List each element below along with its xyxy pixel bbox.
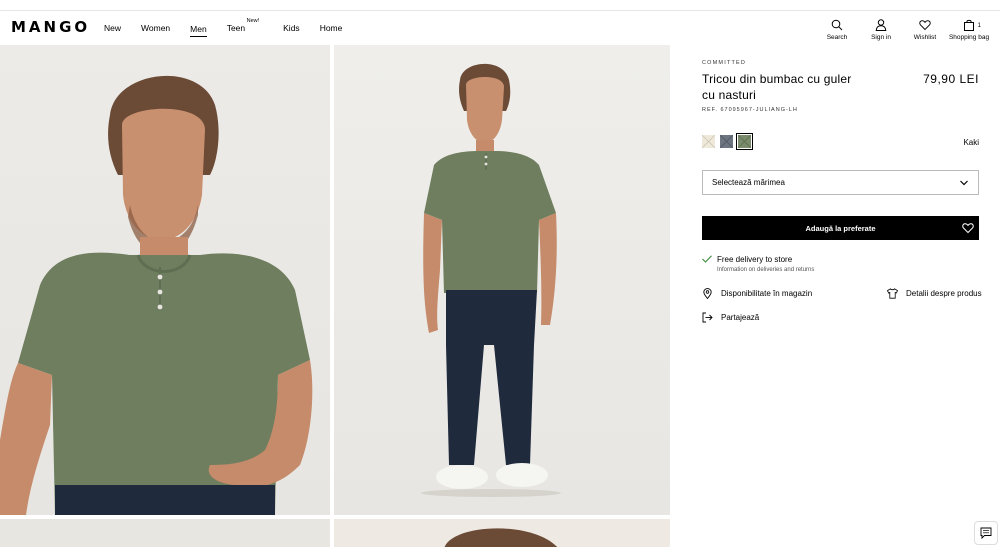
nav-item-teen-label: Teen <box>226 23 246 33</box>
color-swatch-khaki[interactable] <box>736 133 753 150</box>
bag-icon <box>964 19 974 31</box>
sign-in-label: Sign in <box>871 34 891 41</box>
search-button[interactable]: Search <box>815 19 859 41</box>
product-reference: REF. 67095967-JULIANG-LH <box>702 107 798 113</box>
add-to-favorites-button[interactable]: Adaugă la preferate <box>702 216 979 240</box>
check-icon <box>702 255 712 263</box>
nav-item-kids[interactable]: Kids <box>283 19 300 37</box>
model-closeup-illustration <box>0 75 313 515</box>
shirt-icon <box>887 288 898 299</box>
share-label: Partajează <box>721 313 760 322</box>
unavailable-cross-icon <box>719 134 734 149</box>
bag-count: 1 <box>977 23 981 29</box>
chat-button[interactable] <box>974 521 998 545</box>
model-full-body-illustration <box>421 63 561 497</box>
store-availability-label: Disponibilitate în magazin <box>721 289 813 298</box>
new-badge: New! <box>246 18 260 24</box>
product-details-label: Detalii despre produs <box>906 289 982 298</box>
site-header: MANGO New Women Men Teen New! Kids Home … <box>0 11 1000 45</box>
shopping-bag-label: Shopping bag <box>948 34 990 41</box>
size-select[interactable]: Selectează mărimea <box>702 170 979 195</box>
share-icon <box>702 312 713 323</box>
wishlist-button[interactable]: Wishlist <box>903 19 947 41</box>
hair-detail-illustration <box>444 528 557 547</box>
search-label: Search <box>826 34 848 41</box>
product-photo-closeup[interactable] <box>0 45 330 515</box>
product-details-link[interactable]: Detalii despre produs <box>887 288 982 299</box>
collection-label: COMMITTED <box>702 60 747 66</box>
chat-icon <box>980 527 992 539</box>
shopping-bag-button[interactable]: 1 Shopping bag <box>947 19 991 41</box>
share-link[interactable]: Partajează <box>702 312 759 323</box>
nav-item-new[interactable]: New <box>104 19 121 37</box>
nav-item-women[interactable]: Women <box>141 19 170 37</box>
size-select-placeholder: Selectează mărimea <box>712 178 785 187</box>
user-icon <box>875 19 887 31</box>
heart-icon[interactable] <box>962 222 974 234</box>
product-info-panel: COMMITTED Tricou din bumbac cu guler cu … <box>701 60 982 323</box>
search-icon <box>831 19 843 31</box>
product-title: Tricou din bumbac cu guler cu nasturi <box>702 72 852 102</box>
product-photo-fourth[interactable] <box>334 519 670 547</box>
delivery-info-link[interactable]: Information on deliveries and returns <box>717 267 814 273</box>
delivery-title: Free delivery to store <box>717 255 793 264</box>
location-pin-icon <box>703 288 712 299</box>
wishlist-label: Wishlist <box>913 34 937 41</box>
color-swatch-slate[interactable] <box>719 134 734 149</box>
unavailable-cross-icon <box>701 134 716 149</box>
header-tools: Search Sign in Wishlist 1 Shopping bag <box>815 19 991 41</box>
color-swatches <box>701 133 753 150</box>
sign-in-button[interactable]: Sign in <box>859 19 903 41</box>
mango-logo[interactable]: MANGO <box>11 18 90 36</box>
store-availability-link[interactable]: Disponibilitate în magazin <box>702 288 812 299</box>
selected-color-label: Kaki <box>963 138 979 147</box>
unavailable-cross-icon <box>737 134 752 149</box>
main-nav: New Women Men Teen New! Kids Home <box>104 11 362 45</box>
product-photo-full-body[interactable] <box>334 45 670 515</box>
product-price: 79,90 LEI <box>923 72 979 86</box>
product-photo-third[interactable] <box>0 519 330 547</box>
nav-item-teen[interactable]: Teen New! <box>226 18 259 37</box>
chevron-down-icon <box>960 180 968 186</box>
color-swatch-light[interactable] <box>701 134 716 149</box>
heart-icon <box>919 20 931 31</box>
nav-item-men[interactable]: Men <box>190 20 207 37</box>
product-gallery <box>0 45 670 547</box>
nav-item-home[interactable]: Home <box>320 19 343 37</box>
